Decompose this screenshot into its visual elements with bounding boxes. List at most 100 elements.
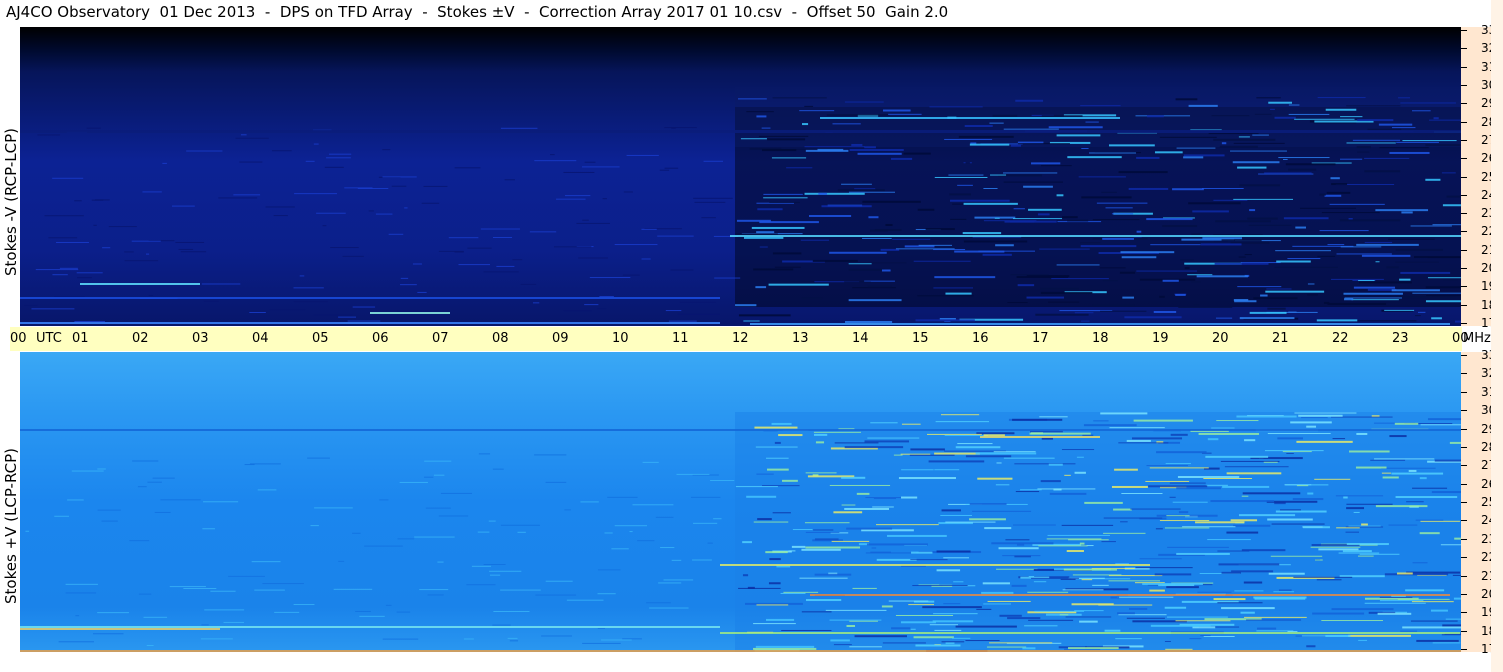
- spectral-streak: [1201, 188, 1244, 190]
- spectral-streak: [1356, 146, 1371, 149]
- spectral-streak: [910, 448, 945, 451]
- spectral-streak: [1129, 607, 1148, 610]
- spectral-streak: [1082, 434, 1094, 436]
- spectral-streak: [74, 320, 105, 322]
- spectral-streak: [1290, 421, 1332, 424]
- spectral-streak: [903, 152, 931, 155]
- spectral-streak: [1068, 539, 1109, 541]
- spectral-streak: [742, 574, 749, 577]
- spectral-streak: [898, 477, 956, 480]
- spectral-streak: [805, 546, 861, 549]
- spectral-streak: [305, 160, 315, 162]
- spectral-streak: [262, 583, 304, 585]
- spectral-streak: [1375, 261, 1380, 263]
- time-tick-label: 23: [1392, 331, 1409, 346]
- spectral-streak: [929, 106, 983, 108]
- spectral-streak: [1355, 320, 1417, 322]
- spectral-streak: [1326, 191, 1351, 194]
- spectral-streak: [545, 481, 567, 483]
- spectral-streak: [1299, 207, 1357, 209]
- spectral-streak: [1427, 277, 1461, 279]
- time-tick-label: 17: [1032, 331, 1049, 346]
- spectral-streak: [352, 306, 376, 308]
- spectral-streak: [1119, 271, 1136, 274]
- time-tick-label: 06: [372, 331, 389, 346]
- spectral-streak: [1381, 467, 1436, 469]
- spectral-streak: [1079, 620, 1098, 623]
- spectral-streak: [753, 623, 796, 625]
- spectral-streak: [1296, 485, 1309, 487]
- spectral-streak: [1346, 105, 1401, 107]
- spectral-streak: [1356, 432, 1368, 435]
- spectral-streak: [864, 440, 910, 443]
- spectral-streak: [48, 237, 78, 239]
- spectral-streak: [676, 473, 710, 475]
- spectral-streak: [93, 224, 97, 226]
- spectral-streak: [25, 530, 30, 532]
- bottom-freq-tick: [1461, 483, 1467, 485]
- spectral-streak: [804, 146, 866, 148]
- spectral-streak: [414, 536, 455, 538]
- spectral-streak: [1041, 115, 1083, 118]
- spectral-streak: [203, 300, 219, 302]
- spectral-streak: [1237, 286, 1282, 288]
- spectral-streak: [500, 524, 540, 526]
- spectral-streak: [293, 604, 315, 606]
- spectral-streak: [1294, 412, 1357, 414]
- spectral-streak: [934, 176, 988, 178]
- spectral-streak: [1221, 142, 1227, 145]
- spectral-streak: [257, 489, 277, 491]
- spectral-streak: [329, 153, 352, 155]
- spectral-streak: [1028, 619, 1074, 621]
- top-freq-tick: [1461, 249, 1467, 251]
- spectral-streak: [492, 624, 511, 626]
- spectral-streak: [1319, 230, 1369, 232]
- spectral-streak: [1238, 256, 1246, 258]
- spectral-streak: [1178, 511, 1189, 514]
- spectral-streak: [1240, 611, 1255, 614]
- spectral-streak: [1086, 545, 1094, 547]
- spectral-streak: [1401, 211, 1413, 214]
- spectral-streak: [1425, 286, 1461, 289]
- spectral-streak: [1285, 163, 1336, 166]
- spectral-streak: [1283, 217, 1329, 220]
- spectral-streak: [299, 275, 305, 277]
- spectral-streak: [202, 528, 215, 530]
- spectral-streak: [1113, 508, 1132, 511]
- spectral-streak: [1346, 503, 1393, 505]
- spectral-streak: [1433, 117, 1439, 120]
- spectral-streak: [955, 625, 1017, 628]
- spectral-streak: [1283, 158, 1288, 160]
- top-panel-ylabel: Stokes -V (RCP-LCP): [2, 128, 20, 276]
- spectral-streak: [1331, 608, 1394, 611]
- spectral-streak: [316, 212, 346, 214]
- spectral-streak: [846, 527, 893, 530]
- spectral-streak: [483, 271, 519, 273]
- spectral-streak: [1398, 97, 1410, 99]
- spectral-streak: [1391, 289, 1440, 292]
- spectral-streak: [767, 468, 789, 471]
- spectral-streak: [507, 637, 518, 639]
- spectral-streak: [1260, 294, 1268, 297]
- spectral-streak: [391, 185, 407, 187]
- bright-band: [80, 283, 200, 285]
- spectral-streak: [1344, 298, 1354, 301]
- spectral-streak: [832, 123, 861, 125]
- spectral-streak: [871, 262, 907, 264]
- spectral-streak: [614, 244, 658, 246]
- spectral-streak: [1169, 496, 1176, 498]
- spectral-streak: [467, 247, 492, 249]
- spectral-streak: [97, 612, 129, 614]
- spectral-streak: [171, 205, 195, 207]
- spectral-streak: [753, 647, 817, 650]
- spectral-streak: [829, 251, 887, 254]
- spectral-streak: [1234, 300, 1257, 303]
- spectral-streak: [1280, 509, 1301, 511]
- spectral-streak: [743, 320, 760, 322]
- utc-label: UTC: [36, 331, 62, 346]
- vertical-scrollbar[interactable]: [1491, 0, 1503, 672]
- spectral-streak: [1213, 199, 1248, 201]
- spectral-streak: [1408, 469, 1417, 472]
- spectral-streak: [846, 624, 856, 627]
- spectral-streak: [1287, 631, 1298, 633]
